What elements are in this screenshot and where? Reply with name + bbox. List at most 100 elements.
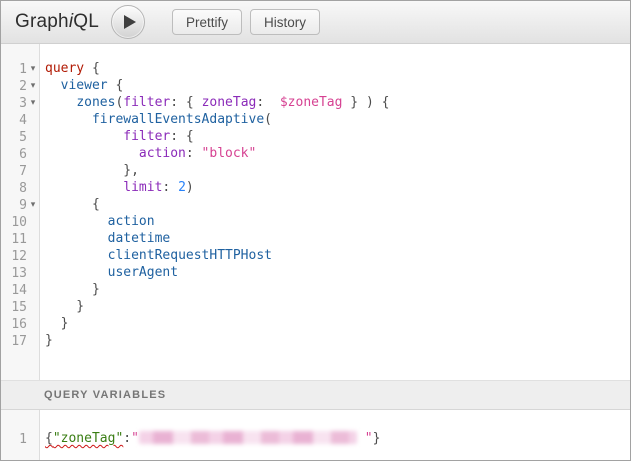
variables-line-number-gutter: 1 <box>1 410 40 460</box>
line-number: 10 <box>1 214 27 231</box>
fold-arrow-icon[interactable]: ▾ <box>27 196 39 213</box>
fold-arrow-icon[interactable]: ▾ <box>27 60 39 77</box>
code-line: action: "block" <box>45 145 630 162</box>
code-line: clientRequestHTTPHost <box>45 247 630 264</box>
line-number: 17 <box>1 333 27 350</box>
query-code-area[interactable]: query { viewer { zones(filter: { zoneTag… <box>40 44 630 380</box>
token-punct: : { <box>170 129 193 144</box>
line-number: 15 <box>1 299 27 316</box>
line-number: 11 <box>1 231 27 248</box>
variables-title: QUERY VARIABLES <box>44 389 166 401</box>
code-line: { <box>45 196 630 213</box>
token-punct: } <box>45 333 53 348</box>
token-jsonkey: "zoneTag" <box>53 431 123 446</box>
code-line: zones(filter: { zoneTag: $zoneTag } ) { <box>45 94 630 111</box>
code-line: firewallEventsAdaptive( <box>45 111 630 128</box>
play-icon <box>124 15 136 29</box>
token-argument: filter <box>123 129 170 144</box>
variables-editor[interactable]: 1 {"zoneTag":" "} <box>1 410 630 460</box>
prettify-button[interactable]: Prettify <box>172 9 242 35</box>
token-punct <box>45 180 123 195</box>
line-number: 2 <box>1 78 27 95</box>
line-number: 16 <box>1 316 27 333</box>
token-argument: filter <box>123 95 170 110</box>
variables-code-area[interactable]: {"zoneTag":" "} <box>40 410 630 460</box>
code-line: query { <box>45 60 630 77</box>
code-line: } <box>45 298 630 315</box>
graphiql-window: GraphiQL Prettify History 1▾2▾3▾456789▾1… <box>0 0 631 461</box>
app-logo: GraphiQL <box>15 11 99 33</box>
token-keyword: query <box>45 61 84 76</box>
token-punct: } <box>45 299 84 314</box>
line-number: 14 <box>1 282 27 299</box>
execute-button[interactable] <box>111 5 145 39</box>
token-field: clientRequestHTTPHost <box>108 248 272 263</box>
token-punct: { <box>108 78 124 93</box>
token-punct <box>45 78 61 93</box>
line-number: 12 <box>1 248 27 265</box>
token-punct: ) <box>186 180 194 195</box>
line-number: 3 <box>1 95 27 112</box>
line-number: 8 <box>1 180 27 197</box>
token-punct: : <box>123 431 131 446</box>
fold-arrow-icon[interactable]: ▾ <box>27 94 39 111</box>
token-field: viewer <box>61 78 108 93</box>
token-string: " <box>357 431 373 446</box>
token-variable: $zoneTag <box>280 95 343 110</box>
token-punct <box>45 248 108 263</box>
token-field: datetime <box>108 231 171 246</box>
line-number: 5 <box>1 129 27 146</box>
line-number: 6 <box>1 146 27 163</box>
token-string: " <box>131 431 139 446</box>
code-line: {"zoneTag":" "} <box>45 430 630 447</box>
query-editor[interactable]: 1▾2▾3▾456789▾1011121314151617 query { vi… <box>1 44 630 380</box>
token-field: zones <box>76 95 115 110</box>
token-argument: zoneTag <box>202 95 257 110</box>
token-punct: } <box>45 282 100 297</box>
logo-text: Graph <box>15 11 69 32</box>
token-punct: { <box>84 61 100 76</box>
code-line: }, <box>45 162 630 179</box>
redacted-value <box>139 431 357 444</box>
code-line: filter: { <box>45 128 630 145</box>
line-number: 7 <box>1 163 27 180</box>
code-line: datetime <box>45 230 630 247</box>
token-punct: } <box>373 431 381 446</box>
token-punct <box>45 129 123 144</box>
token-punct: } <box>45 316 68 331</box>
token-punct: : { <box>170 95 201 110</box>
line-number: 13 <box>1 265 27 282</box>
token-punct <box>45 95 76 110</box>
logo-text: QL <box>73 11 99 32</box>
token-punct: } ) { <box>342 95 389 110</box>
token-punct <box>45 231 108 246</box>
code-line: viewer { <box>45 77 630 94</box>
line-number: 1 <box>1 61 27 78</box>
code-line: } <box>45 315 630 332</box>
token-punct: : <box>162 180 178 195</box>
token-argument: action <box>139 146 186 161</box>
line-number: 4 <box>1 112 27 129</box>
token-punct: { <box>45 431 53 446</box>
fold-arrow-icon[interactable]: ▾ <box>27 77 39 94</box>
code-line: action <box>45 213 630 230</box>
toolbar: GraphiQL Prettify History <box>1 1 630 44</box>
token-punct <box>45 214 108 229</box>
token-punct: : <box>256 95 279 110</box>
token-punct: ( <box>264 112 272 127</box>
token-field: action <box>108 214 155 229</box>
token-argument: limit <box>123 180 162 195</box>
token-punct: }, <box>45 163 139 178</box>
token-punct: : <box>186 146 202 161</box>
token-punct <box>45 265 108 280</box>
code-line: } <box>45 332 630 349</box>
token-number: 2 <box>178 180 186 195</box>
line-number: 9 <box>1 197 27 214</box>
token-field: firewallEventsAdaptive <box>92 112 264 127</box>
code-line: } <box>45 281 630 298</box>
query-line-number-gutter: 1▾2▾3▾456789▾1011121314151617 <box>1 44 40 380</box>
variables-title-bar[interactable]: QUERY VARIABLES <box>1 380 630 410</box>
history-button[interactable]: History <box>250 9 320 35</box>
code-line: userAgent <box>45 264 630 281</box>
token-punct <box>45 146 139 161</box>
